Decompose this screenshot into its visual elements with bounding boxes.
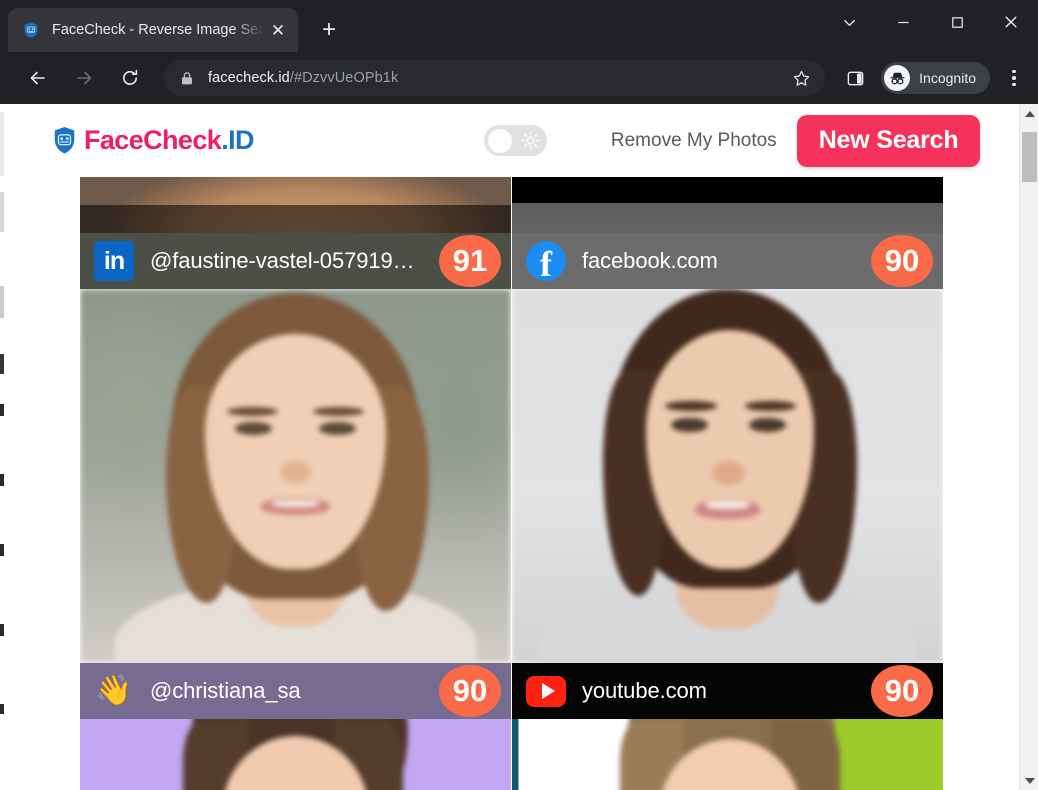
portrait-face <box>512 289 943 663</box>
side-panel-icon[interactable] <box>837 60 873 96</box>
logo-text-part2: .ID <box>221 125 254 155</box>
logo-text-part1: FaceCheck <box>84 125 222 155</box>
menu-dot <box>1012 69 1016 74</box>
toggle-knob <box>487 128 512 153</box>
new-search-button[interactable]: New Search <box>796 114 981 167</box>
scrollbar-thumb[interactable] <box>1022 132 1037 182</box>
partial-result-left[interactable] <box>80 177 511 233</box>
incognito-profile-button[interactable]: Incognito <box>881 62 990 94</box>
result-photo[interactable] <box>80 719 511 790</box>
result-card-header: f facebook.com 90 <box>512 233 943 289</box>
result-card[interactable]: in @faustine-vastel-057919… 91 <box>80 233 511 663</box>
tab-title: FaceCheck - Reverse Image Searc <box>52 22 266 38</box>
result-thumbnail <box>80 177 511 233</box>
tab-strip: FaceCheck - Reverse Image Searc ✕ + <box>0 0 1038 52</box>
facecheck-shield-logo <box>52 126 84 155</box>
portrait-face <box>80 719 511 790</box>
theme-toggle[interactable] <box>483 125 547 156</box>
linkedin-icon: in <box>94 241 134 281</box>
forward-button <box>66 60 102 96</box>
result-card-header: youtube.com 90 <box>512 663 943 719</box>
result-card[interactable]: 👋 @christiana_sa 90 <box>80 663 511 790</box>
window-controls <box>822 0 1038 44</box>
match-score-badge: 90 <box>439 665 501 717</box>
result-card[interactable]: f facebook.com 90 <box>512 233 943 663</box>
sun-gear-icon <box>521 131 540 150</box>
partial-result-right[interactable] <box>512 177 943 233</box>
linkedin-glyph: in <box>94 241 134 281</box>
new-tab-button[interactable]: + <box>312 13 346 47</box>
url-host: facecheck.id <box>208 70 290 86</box>
result-card-header: 👋 @christiana_sa 90 <box>80 663 511 719</box>
url-text: facecheck.id/#DzvvUeOPb1k <box>208 70 785 86</box>
result-photo[interactable] <box>512 719 943 790</box>
window-close-icon[interactable] <box>984 0 1038 44</box>
minimize-icon[interactable] <box>876 0 930 44</box>
facebook-glyph: f <box>540 243 552 281</box>
result-card-header: in @faustine-vastel-057919… 91 <box>80 233 511 289</box>
page-viewport: in @faustine-vastel-057919… 91 f faceboo… <box>0 104 1038 790</box>
maximize-icon[interactable] <box>930 0 984 44</box>
match-score-badge: 90 <box>871 665 933 717</box>
result-photo[interactable] <box>512 289 943 663</box>
result-thumbnail <box>512 177 943 233</box>
portrait-face <box>512 719 943 790</box>
page-scrollbar[interactable] <box>1019 104 1038 790</box>
site-logo[interactable]: FaceCheck.ID <box>52 125 254 156</box>
match-score-badge: 91 <box>439 235 501 287</box>
youtube-icon <box>526 671 566 711</box>
three-dot-menu-icon[interactable] <box>998 60 1030 96</box>
menu-dot <box>1012 82 1016 87</box>
facebook-icon: f <box>526 241 566 281</box>
lock-icon <box>180 71 196 86</box>
result-photo[interactable] <box>80 289 511 663</box>
back-button[interactable] <box>20 60 56 96</box>
facecheck-shield-favicon <box>22 21 40 39</box>
portrait-face <box>80 289 511 663</box>
reload-button[interactable] <box>112 60 148 96</box>
remove-my-photos-link[interactable]: Remove My Photos <box>611 130 777 152</box>
result-card[interactable]: youtube.com 90 <box>512 663 943 790</box>
results-grid: in @faustine-vastel-057919… 91 f faceboo… <box>80 177 943 790</box>
browser-window: FaceCheck - Reverse Image Searc ✕ + face… <box>0 0 1038 790</box>
bookmark-star-icon[interactable] <box>785 62 817 94</box>
waving-hand-glyph: 👋 <box>95 674 133 707</box>
url-path: /#DzvvUeOPb1k <box>289 70 399 86</box>
browser-tab[interactable]: FaceCheck - Reverse Image Searc ✕ <box>8 8 298 52</box>
browser-toolbar: facecheck.id/#DzvvUeOPb1k Incognito <box>0 52 1038 104</box>
omnibox-actions <box>785 62 819 94</box>
results-area: in @faustine-vastel-057919… 91 f faceboo… <box>4 177 1019 790</box>
chevron-down-icon[interactable] <box>822 0 876 44</box>
address-bar[interactable]: facecheck.id/#DzvvUeOPb1k <box>164 60 826 96</box>
incognito-label: Incognito <box>919 70 976 86</box>
incognito-hat-glasses-icon <box>884 65 911 91</box>
site-header: FaceCheck.ID Remove My Photos New Search <box>4 104 1019 177</box>
match-score-badge: 90 <box>871 235 933 287</box>
scroll-down-arrow-icon[interactable] <box>1020 771 1038 790</box>
waving-hand-icon: 👋 <box>94 671 134 711</box>
close-icon[interactable]: ✕ <box>266 18 290 42</box>
site-logo-text: FaceCheck.ID <box>84 125 254 156</box>
scroll-up-arrow-icon[interactable] <box>1020 104 1038 123</box>
menu-dot <box>1012 76 1016 80</box>
